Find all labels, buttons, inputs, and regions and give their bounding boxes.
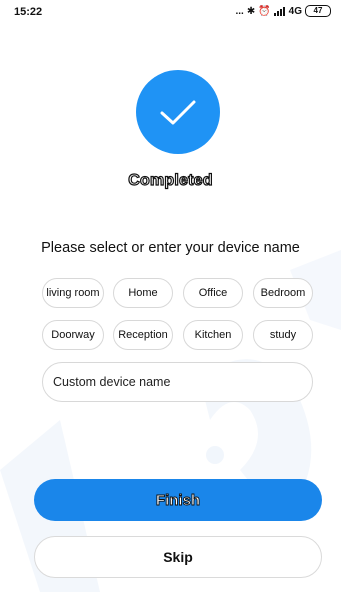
- battery-icon: 47: [305, 5, 331, 17]
- device-name-chip-bedroom[interactable]: Bedroom: [253, 278, 313, 308]
- status-time: 15:22: [14, 6, 43, 18]
- device-name-chip-living-room[interactable]: living room: [42, 278, 104, 308]
- signal-icon: [273, 6, 285, 16]
- custom-device-name-placeholder: Custom device name: [53, 375, 171, 389]
- more-dots-icon: ...: [235, 5, 244, 17]
- device-setup-screen: 15:22 ... ✱ ⏰ 4G 47 Completed Please sel…: [0, 0, 341, 592]
- device-name-chip-doorway[interactable]: Doorway: [42, 320, 104, 350]
- status-bar: 15:22 ... ✱ ⏰ 4G 47: [0, 0, 341, 26]
- device-name-chip-study[interactable]: study: [253, 320, 313, 350]
- device-name-prompt: Please select or enter your device name: [41, 240, 300, 256]
- alarm-icon: ⏰: [258, 5, 271, 17]
- success-check-icon: [136, 70, 220, 154]
- network-type: 4G: [288, 5, 302, 17]
- custom-device-name-input[interactable]: Custom device name: [42, 362, 313, 402]
- device-name-chip-reception[interactable]: Reception: [113, 320, 173, 350]
- status-icons: ... ✱ ⏰ 4G 47: [235, 5, 331, 17]
- skip-button[interactable]: Skip: [34, 536, 322, 578]
- device-name-chip-office[interactable]: Office: [183, 278, 243, 308]
- completed-title: Completed: [128, 171, 213, 189]
- device-name-chip-home[interactable]: Home: [113, 278, 173, 308]
- bluetooth-icon: ✱: [246, 5, 256, 17]
- device-name-chip-kitchen[interactable]: Kitchen: [183, 320, 243, 350]
- finish-button[interactable]: Finish: [34, 479, 322, 521]
